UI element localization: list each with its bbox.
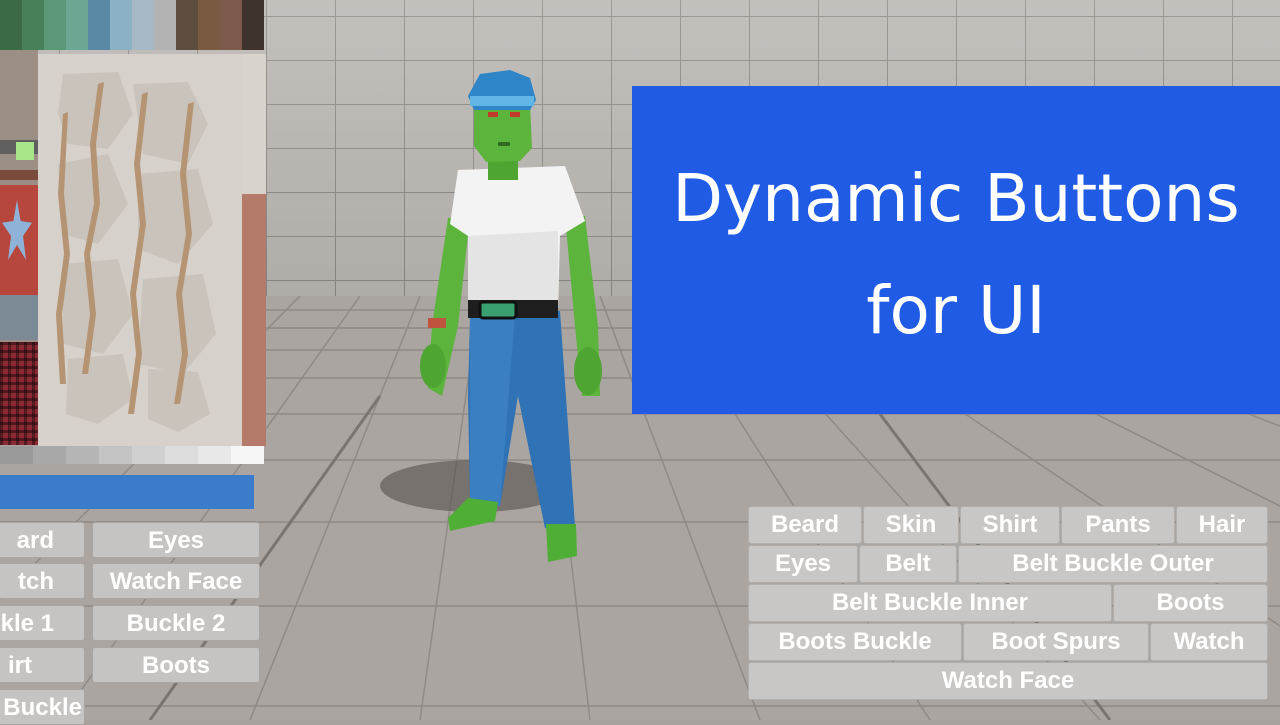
texture-preview-strip xyxy=(0,50,38,445)
button-belt[interactable]: Belt xyxy=(859,545,957,583)
color-swatch[interactable] xyxy=(242,0,264,50)
color-swatch[interactable] xyxy=(154,0,176,50)
left-button-shirt[interactable]: irt xyxy=(0,647,85,683)
gray-swatch[interactable] xyxy=(165,446,198,464)
button-boots-buckle[interactable]: Boots Buckle xyxy=(748,623,962,661)
gray-swatch[interactable] xyxy=(198,446,231,464)
color-swatch[interactable] xyxy=(110,0,132,50)
color-swatch[interactable] xyxy=(176,0,198,50)
button-hair[interactable]: Hair xyxy=(1176,506,1268,544)
color-swatch[interactable] xyxy=(44,0,66,50)
selection-bar[interactable] xyxy=(0,475,254,509)
texture-canvas[interactable] xyxy=(38,54,242,446)
character-eye-left xyxy=(488,112,498,117)
banner-title-line-2: for UI xyxy=(866,272,1046,349)
character-head xyxy=(474,104,532,162)
color-swatch[interactable] xyxy=(0,0,22,50)
left-button-beard[interactable]: ard xyxy=(0,522,85,558)
gray-swatch[interactable] xyxy=(231,446,264,464)
character-headband xyxy=(470,96,534,106)
button-watch[interactable]: Watch xyxy=(1150,623,1268,661)
grayscale-palette[interactable] xyxy=(0,446,264,464)
left-button-buckle-2[interactable]: Buckle 2 xyxy=(92,605,260,641)
gray-swatch[interactable] xyxy=(99,446,132,464)
character-eye-right xyxy=(510,112,520,117)
button-shirt[interactable]: Shirt xyxy=(960,506,1060,544)
texture-block xyxy=(0,170,38,180)
left-button-boots[interactable]: Boots xyxy=(92,647,260,683)
button-row: Belt Buckle Inner Boots xyxy=(748,584,1270,622)
button-row: Eyes Belt Belt Buckle Outer xyxy=(748,545,1270,583)
dynamic-button-grid: Beard Skin Shirt Pants Hair Eyes Belt Be… xyxy=(748,506,1270,702)
character-hand-left xyxy=(420,344,446,388)
left-button-watch-face[interactable]: Watch Face xyxy=(92,563,260,599)
texture-block xyxy=(242,54,266,194)
gray-swatch[interactable] xyxy=(0,446,33,464)
character-belt-buckle xyxy=(478,300,518,320)
plaid-texture xyxy=(0,342,38,445)
button-beard[interactable]: Beard xyxy=(748,506,862,544)
character-boot-right xyxy=(546,524,577,562)
selection-bar-fill xyxy=(0,475,254,509)
button-row: Beard Skin Shirt Pants Hair xyxy=(748,506,1270,544)
color-swatch[interactable] xyxy=(22,0,44,50)
texture-side-strip xyxy=(242,54,266,446)
button-belt-buckle-inner[interactable]: Belt Buckle Inner xyxy=(748,584,1112,622)
texture-block xyxy=(0,295,38,340)
gray-swatch[interactable] xyxy=(66,446,99,464)
button-eyes[interactable]: Eyes xyxy=(748,545,858,583)
button-skin[interactable]: Skin xyxy=(863,506,959,544)
color-swatch-row[interactable] xyxy=(0,0,264,50)
character-model[interactable] xyxy=(370,66,670,586)
button-pants[interactable]: Pants xyxy=(1061,506,1175,544)
color-swatch[interactable] xyxy=(220,0,242,50)
banner-title-line-1: Dynamic Buttons xyxy=(672,160,1240,237)
button-boots[interactable]: Boots xyxy=(1113,584,1268,622)
button-row: Watch Face xyxy=(748,662,1270,700)
button-watch-face[interactable]: Watch Face xyxy=(748,662,1268,700)
character-watch xyxy=(428,318,446,328)
left-button-buckle-1[interactable]: kle 1 xyxy=(0,605,85,641)
color-swatch[interactable] xyxy=(66,0,88,50)
left-button-eyes[interactable]: Eyes xyxy=(92,522,260,558)
texture-editor-panel: ard Eyes tch Watch Face kle 1 Buckle 2 i… xyxy=(0,0,266,725)
button-boot-spurs[interactable]: Boot Spurs xyxy=(963,623,1149,661)
color-swatch[interactable] xyxy=(132,0,154,50)
character-hand-right xyxy=(574,347,602,395)
character-mouth xyxy=(498,142,510,146)
color-swatch[interactable] xyxy=(198,0,220,50)
gray-swatch[interactable] xyxy=(132,446,165,464)
gray-swatch[interactable] xyxy=(33,446,66,464)
title-banner: Dynamic Buttons for UI xyxy=(632,86,1280,414)
texture-block xyxy=(16,142,34,160)
button-belt-buckle-outer[interactable]: Belt Buckle Outer xyxy=(958,545,1268,583)
color-swatch[interactable] xyxy=(88,0,110,50)
left-button-watch[interactable]: tch xyxy=(0,563,85,599)
button-row: Boots Buckle Boot Spurs Watch xyxy=(748,623,1270,661)
